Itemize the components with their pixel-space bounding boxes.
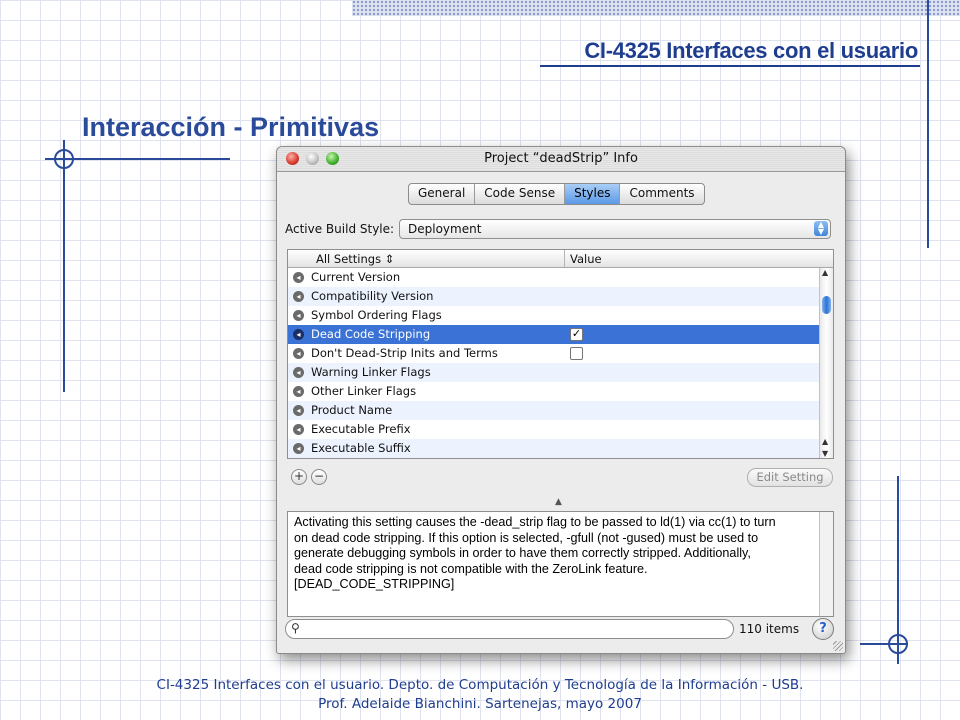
setting-arrow-icon: ◂: [293, 348, 304, 359]
table-scrollbar[interactable]: ▲ ▲ ▼: [819, 268, 833, 458]
table-row[interactable]: ◂ Other Linker Flags: [288, 382, 819, 401]
table-row[interactable]: ◂ Warning Linker Flags: [288, 363, 819, 382]
column-header-settings[interactable]: All Settings ⇕: [316, 252, 394, 266]
setting-label: Executable Suffix: [311, 441, 411, 455]
deco-circle-right: [888, 634, 908, 654]
setting-arrow-icon: ◂: [293, 424, 304, 435]
tab-code-sense[interactable]: Code Sense: [475, 184, 566, 204]
window-titlebar[interactable]: Project “deadStrip” Info: [277, 147, 845, 172]
resize-grip-icon[interactable]: [833, 641, 843, 651]
top-decorative-band: [352, 0, 960, 16]
edit-setting-button[interactable]: Edit Setting: [747, 468, 833, 487]
help-button[interactable]: ?: [812, 618, 834, 640]
slide-title: Interacción - Primitivas: [82, 112, 380, 142]
setting-description: Activating this setting causes the -dead…: [287, 511, 834, 617]
sort-arrows-icon: ⇕: [384, 252, 395, 266]
setting-arrow-icon: ◂: [293, 272, 304, 283]
description-text: Activating this setting causes the -dead…: [294, 515, 776, 591]
build-style-popup[interactable]: Deployment ▲ ▼: [399, 219, 831, 239]
table-row[interactable]: ◂ Executable Suffix: [288, 439, 819, 458]
setting-label: Don't Dead-Strip Inits and Terms: [311, 346, 498, 360]
remove-setting-button[interactable]: −: [311, 469, 327, 485]
scroll-up-arrow-icon[interactable]: ▲: [822, 268, 828, 277]
popup-arrows-icon: ▲ ▼: [814, 221, 828, 236]
window-title: Project “deadStrip” Info: [484, 151, 638, 166]
tab-styles[interactable]: Styles: [565, 184, 621, 204]
project-info-window: Project “deadStrip” Info General Code Se…: [276, 146, 846, 654]
table-header: All Settings ⇕ Value: [288, 250, 833, 268]
setting-label: Other Linker Flags: [311, 384, 417, 398]
build-style-value: Deployment: [408, 222, 482, 236]
table-row[interactable]: ◂ Symbol Ordering Flags: [288, 306, 819, 325]
column-separator[interactable]: [564, 250, 565, 267]
scroll-thumb[interactable]: [822, 296, 831, 314]
setting-label: Compatibility Version: [311, 289, 434, 303]
search-field[interactable]: ⚲: [285, 619, 734, 639]
setting-label: Current Version: [311, 270, 401, 284]
splitter-handle-icon[interactable]: ▲: [555, 497, 562, 507]
setting-arrow-icon: ◂: [293, 386, 304, 397]
setting-label: Product Name: [311, 403, 393, 417]
column-header-value[interactable]: Value: [570, 252, 602, 266]
setting-arrow-icon: ◂: [293, 405, 304, 416]
table-row-selected[interactable]: ◂ Dead Code Stripping ✓: [288, 325, 819, 344]
setting-label: Warning Linker Flags: [311, 365, 431, 379]
footer-line-1: CI-4325 Interfaces con el usuario. Depto…: [156, 677, 804, 693]
dead-code-stripping-checkbox[interactable]: ✓: [570, 328, 583, 341]
setting-label: Symbol Ordering Flags: [311, 308, 442, 322]
tab-general[interactable]: General: [409, 184, 476, 204]
setting-arrow-icon: ◂: [293, 443, 304, 454]
table-row[interactable]: ◂ Product Name: [288, 401, 819, 420]
setting-label: Executable Prefix: [311, 422, 411, 436]
setting-arrow-icon: ◂: [293, 367, 304, 378]
footer-line-2: Prof. Adelaide Bianchini. Sartenejas, ma…: [318, 696, 642, 712]
scroll-down-arrow-icon[interactable]: ▼: [822, 449, 828, 458]
search-icon: ⚲: [291, 621, 300, 635]
table-row[interactable]: ◂ Don't Dead-Strip Inits and Terms: [288, 344, 819, 363]
course-title-underline: [540, 65, 920, 67]
table-row[interactable]: ◂ Executable Prefix: [288, 420, 819, 439]
course-title: CI-4325 Interfaces con el usuario: [584, 38, 918, 63]
deco-line-right-top-v: [927, 0, 929, 248]
setting-arrow-icon: ◂: [293, 329, 304, 340]
setting-arrow-icon: ◂: [293, 291, 304, 302]
add-setting-button[interactable]: +: [291, 469, 307, 485]
table-row[interactable]: ◂ Current Version: [288, 268, 819, 287]
footer: CI-4325 Interfaces con el usuario. Depto…: [0, 676, 960, 714]
dont-dead-strip-checkbox[interactable]: [570, 347, 583, 360]
setting-label: Dead Code Stripping: [311, 327, 431, 341]
deco-circle-left: [54, 149, 74, 169]
settings-table: All Settings ⇕ Value ◂ Current Version ◂ C…: [287, 249, 834, 459]
table-row[interactable]: ◂ Compatibility Version: [288, 287, 819, 306]
build-style-label: Active Build Style:: [285, 222, 395, 236]
deco-line-left-v: [63, 140, 65, 392]
scroll-up-arrow-icon[interactable]: ▲: [822, 437, 828, 446]
items-count: 110 items: [739, 622, 800, 636]
setting-arrow-icon: ◂: [293, 310, 304, 321]
description-scrollbar[interactable]: [819, 512, 833, 616]
tab-bar: General Code Sense Styles Comments: [408, 183, 705, 205]
tab-comments[interactable]: Comments: [620, 184, 703, 204]
settings-rows: ◂ Current Version ◂ Compatibility Version …: [288, 268, 819, 458]
